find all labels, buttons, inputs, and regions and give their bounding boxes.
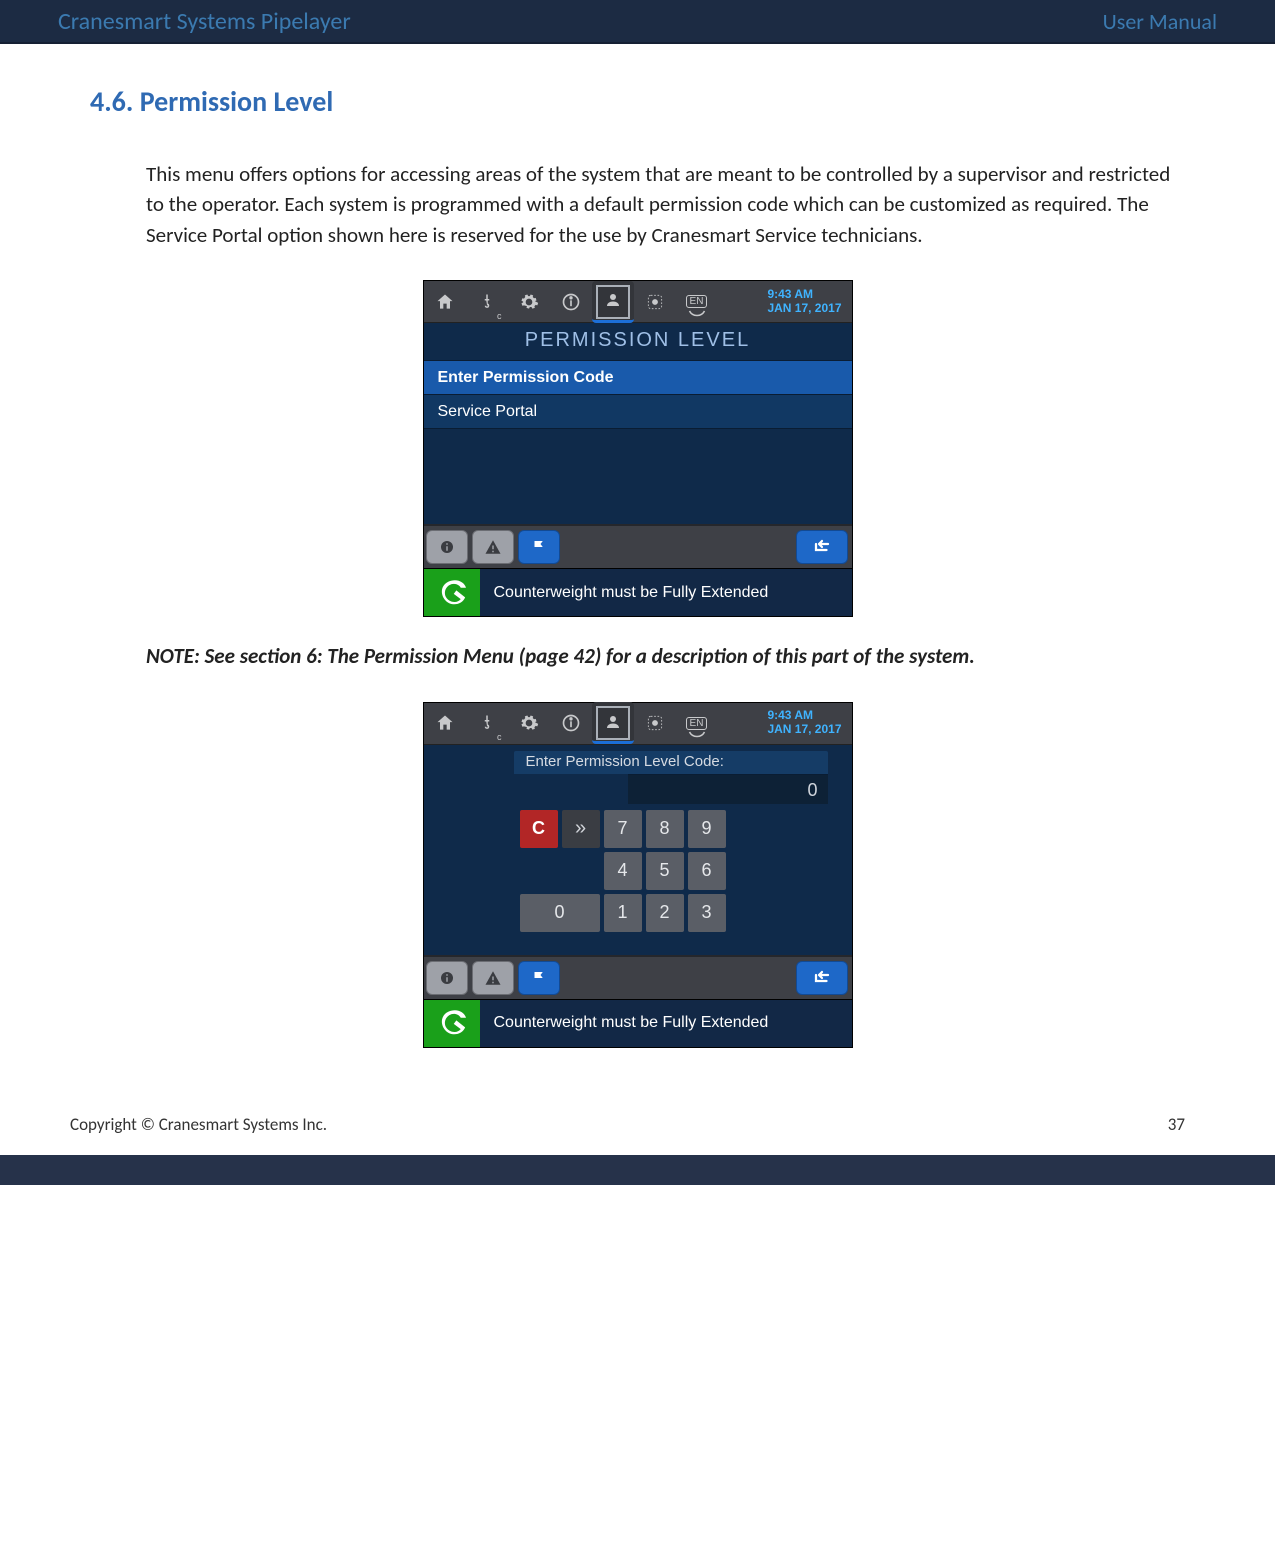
time-text: 9:43 AM — [767, 709, 841, 723]
date-text: JAN 17, 2017 — [767, 302, 841, 316]
flag-button[interactable] — [518, 961, 560, 995]
page-footer: Copyright © Cranesmart Systems Inc. 37 — [0, 1078, 1275, 1155]
language-icon[interactable]: EN — [676, 281, 718, 323]
key-next[interactable]: » — [562, 810, 600, 848]
gear-icon[interactable] — [508, 281, 550, 323]
menu-enter-permission-code[interactable]: Enter Permission Code — [424, 360, 852, 394]
key-3[interactable]: 3 — [688, 894, 726, 932]
page-body: 4.6. Permission Level This menu offers o… — [0, 44, 1275, 1078]
key-5[interactable]: 5 — [646, 852, 684, 890]
permission-icon[interactable] — [592, 281, 634, 323]
key-6[interactable]: 6 — [688, 852, 726, 890]
key-0[interactable]: 0 — [520, 894, 600, 932]
key-8[interactable]: 8 — [646, 810, 684, 848]
date-text: JAN 17, 2017 — [767, 723, 841, 737]
doc-title-left: Cranesmart Systems Pipelayer — [58, 7, 351, 36]
footer-bar — [0, 1155, 1275, 1185]
hook-icon[interactable]: c — [466, 281, 508, 323]
copyright: Copyright © Cranesmart Systems Inc. — [70, 1114, 327, 1135]
language-icon[interactable]: EN — [676, 702, 718, 744]
g-logo-icon — [424, 569, 480, 616]
device-screenshot-2: c EN 9:43 AM — [423, 702, 853, 1048]
code-field[interactable]: 0 — [628, 774, 828, 804]
key-empty — [520, 852, 558, 890]
home-icon[interactable] — [424, 702, 466, 744]
status-bar-2: Counterweight must be Fully Extended — [424, 999, 852, 1047]
empty-area — [424, 428, 852, 524]
clock: 9:43 AM JAN 17, 2017 — [767, 709, 851, 737]
lang-badge: EN — [686, 717, 708, 730]
lang-badge: EN — [686, 295, 708, 308]
info-icon[interactable] — [550, 702, 592, 744]
time-text: 9:43 AM — [767, 288, 841, 302]
status-message: Counterweight must be Fully Extended — [480, 1014, 852, 1032]
note-text: NOTE: See section 6: The Permission Menu… — [146, 641, 1175, 671]
flag-button[interactable] — [518, 530, 560, 564]
warning-button[interactable] — [472, 530, 514, 564]
section-title: Permission Level — [140, 84, 334, 119]
keypad: C » 7 8 9 4 5 6 0 1 2 3 — [520, 810, 852, 932]
key-clear[interactable]: C — [520, 810, 558, 848]
page-number: 37 — [1168, 1114, 1185, 1135]
key-empty — [562, 852, 600, 890]
device-bottom-bar-2 — [424, 955, 852, 999]
permission-icon[interactable] — [592, 702, 634, 744]
gear-icon[interactable] — [508, 702, 550, 744]
device-main-2: Enter Permission Level Code: 0 C » 7 8 9… — [424, 745, 852, 955]
key-1[interactable]: 1 — [604, 894, 642, 932]
status-bar: Counterweight must be Fully Extended — [424, 568, 852, 616]
brightness-icon[interactable] — [634, 702, 676, 744]
screen-title: PERMISSION LEVEL — [424, 323, 852, 360]
device-bottom-bar — [424, 524, 852, 568]
doc-title-right: User Manual — [1103, 8, 1217, 35]
device-screenshot-1: c EN 9:43 AM — [423, 280, 853, 617]
menu-service-portal[interactable]: Service Portal — [424, 394, 852, 428]
section-number: 4.6. — [90, 84, 133, 119]
key-9[interactable]: 9 — [688, 810, 726, 848]
clock: 9:43 AM JAN 17, 2017 — [767, 288, 851, 316]
info-button[interactable] — [426, 961, 468, 995]
device-main: PERMISSION LEVEL Enter Permission Code S… — [424, 323, 852, 524]
back-button[interactable] — [796, 530, 848, 564]
warning-button[interactable] — [472, 961, 514, 995]
brightness-icon[interactable] — [634, 281, 676, 323]
back-button[interactable] — [796, 961, 848, 995]
doc-header: Cranesmart Systems Pipelayer User Manual — [0, 0, 1275, 44]
key-4[interactable]: 4 — [604, 852, 642, 890]
status-message: Counterweight must be Fully Extended — [480, 584, 852, 602]
device-header: c EN 9:43 AM — [424, 281, 852, 323]
section-heading: 4.6. Permission Level — [90, 84, 1185, 119]
key-2[interactable]: 2 — [646, 894, 684, 932]
code-prompt: Enter Permission Level Code: — [514, 751, 828, 774]
hook-icon[interactable]: c — [466, 702, 508, 744]
info-button[interactable] — [426, 530, 468, 564]
g-logo-icon — [424, 1000, 480, 1047]
home-icon[interactable] — [424, 281, 466, 323]
key-7[interactable]: 7 — [604, 810, 642, 848]
device-header-2: c EN 9:43 AM — [424, 703, 852, 745]
info-icon[interactable] — [550, 281, 592, 323]
section-body: This menu offers options for accessing a… — [146, 159, 1175, 250]
